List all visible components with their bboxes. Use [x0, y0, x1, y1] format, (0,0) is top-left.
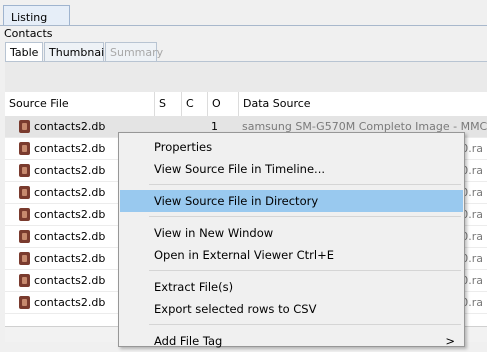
database-file-icon: [19, 186, 30, 199]
content-title: Contacts: [4, 27, 53, 40]
database-file-icon: [19, 120, 30, 133]
tab-listing[interactable]: Listing: [3, 5, 70, 25]
menu-separator: [149, 184, 461, 185]
column-o[interactable]: O: [208, 92, 239, 116]
column-data-source[interactable]: Data Source: [239, 92, 487, 116]
database-file-icon: [19, 296, 30, 309]
database-file-icon: [19, 142, 30, 155]
menu-item-properties[interactable]: Properties: [120, 136, 463, 158]
database-file-icon: [19, 230, 30, 243]
tab-summary: Summary: [105, 42, 163, 61]
menu-item-view-in-directory[interactable]: View Source File in Directory: [120, 190, 463, 212]
menu-item-add-file-tag-label: Add File Tag: [154, 334, 223, 348]
column-source-file[interactable]: Source File: [5, 92, 155, 116]
database-file-icon: [19, 274, 30, 287]
menu-item-add-file-tag[interactable]: Add File Tag >: [120, 330, 463, 352]
database-file-icon: [19, 208, 30, 221]
database-file-icon: [19, 164, 30, 177]
table-header: Source File S C O Data Source: [5, 92, 487, 117]
menu-separator: [149, 216, 461, 217]
tab-table[interactable]: Table: [5, 42, 43, 62]
column-s[interactable]: S: [155, 92, 182, 116]
tab-divider: [0, 25, 487, 26]
menu-item-extract-files[interactable]: Extract File(s): [120, 276, 463, 298]
context-menu: Properties View Source File in Timeline.…: [118, 132, 465, 348]
column-c[interactable]: C: [182, 92, 208, 116]
menu-item-open-external-viewer[interactable]: Open in External Viewer Ctrl+E: [120, 244, 463, 266]
tab-thumbnail[interactable]: Thumbnail: [44, 42, 107, 61]
database-file-icon: [19, 252, 30, 265]
menu-item-view-in-timeline[interactable]: View Source File in Timeline...: [120, 158, 463, 180]
menu-item-view-in-new-window[interactable]: View in New Window: [120, 222, 463, 244]
menu-item-export-csv[interactable]: Export selected rows to CSV: [120, 298, 463, 320]
menu-separator: [149, 270, 461, 271]
menu-separator: [149, 324, 461, 325]
toolbar-area: [5, 62, 487, 92]
chevron-right-icon: >: [445, 334, 455, 348]
